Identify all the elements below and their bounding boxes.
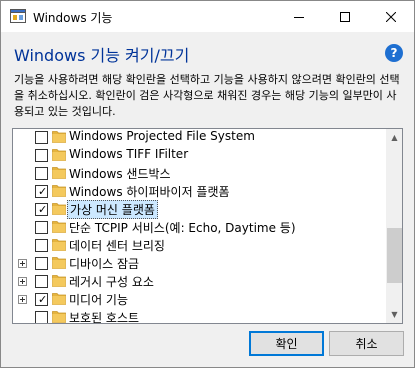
folder-icon <box>52 149 66 161</box>
feature-checkbox[interactable] <box>35 239 48 252</box>
feature-label: Windows 샌드박스 <box>69 167 171 181</box>
feature-checkbox[interactable]: ✓ <box>35 203 48 216</box>
feature-label: 단순 TCPIP 서비스(예: Echo, Daytime 등) <box>69 221 296 235</box>
folder-icon <box>52 239 66 251</box>
folder-icon <box>52 275 66 287</box>
checkmark-icon: ✓ <box>38 293 48 306</box>
folder-icon <box>52 167 66 179</box>
cancel-button[interactable]: 취소 <box>329 331 404 356</box>
feature-row[interactable]: Windows 샌드박스 <box>13 164 385 182</box>
folder-icon <box>52 311 66 323</box>
feature-label: Windows Projected File System <box>69 129 255 143</box>
expand-plus-icon[interactable] <box>18 277 27 286</box>
close-button[interactable] <box>368 1 414 32</box>
folder-icon <box>52 203 66 215</box>
feature-checkbox[interactable]: ✓ <box>35 185 48 198</box>
checkmark-icon: ✓ <box>38 203 48 216</box>
feature-checkbox[interactable] <box>35 149 48 162</box>
feature-row[interactable]: ✓ 미디어 기능 <box>13 290 385 308</box>
maximize-button[interactable] <box>322 1 368 32</box>
help-icon[interactable]: ? <box>385 44 403 62</box>
minimize-icon <box>294 16 304 18</box>
feature-row[interactable]: 단순 TCPIP 서비스(예: Echo, Daytime 등) <box>13 218 385 236</box>
feature-row[interactable]: 레거시 구성 요소 <box>13 272 385 290</box>
folder-icon <box>52 131 66 143</box>
folder-icon <box>52 293 66 305</box>
feature-label: 가상 머신 플랫폼 <box>67 200 158 219</box>
feature-row[interactable]: ✓ 가상 머신 플랫폼 <box>13 200 385 219</box>
feature-label: 데이터 센터 브리징 <box>69 239 165 253</box>
feature-checkbox[interactable] <box>35 311 48 323</box>
title-bar: Windows 기능 <box>1 1 414 32</box>
scroll-thumb[interactable] <box>387 228 402 283</box>
folder-icon <box>52 221 66 233</box>
feature-row[interactable]: 보호된 호스트 <box>13 308 385 324</box>
feature-label: Windows TIFF IFilter <box>69 147 189 161</box>
features-tree: Windows Projected File System Windows TIF… <box>12 128 403 324</box>
windows-features-app-icon <box>10 9 26 23</box>
scroll-up-icon[interactable]: ▲ <box>386 129 402 146</box>
windows-features-dialog: Windows 기능 Windows 기능 켜기/끄기 ? 기능을 사용하려면 … <box>0 0 415 368</box>
feature-label: Windows 하이퍼바이저 플랫폼 <box>69 185 230 199</box>
minimize-button[interactable] <box>276 1 322 32</box>
feature-label: 보호된 호스트 <box>69 311 140 324</box>
feature-row[interactable]: ✓ Windows 하이퍼바이저 플랫폼 <box>13 182 385 200</box>
feature-label: 디바이스 잠금 <box>69 257 140 271</box>
feature-checkbox[interactable] <box>35 257 48 270</box>
scroll-down-icon[interactable]: ▼ <box>386 306 402 323</box>
page-title: Windows 기능 켜기/끄기 <box>14 46 190 65</box>
feature-row[interactable]: 디바이스 잠금 <box>13 254 385 272</box>
checkmark-icon: ✓ <box>38 185 48 198</box>
folder-icon <box>52 257 66 269</box>
vertical-scrollbar[interactable]: ▲ ▼ <box>386 129 402 323</box>
feature-label: 미디어 기능 <box>69 293 129 307</box>
feature-checkbox[interactable] <box>35 167 48 180</box>
description-text: 기능을 사용하려면 해당 확인란을 선택하고 기능을 사용하지 않으려면 확인란… <box>14 73 400 118</box>
folder-icon <box>52 185 66 197</box>
expand-plus-icon[interactable] <box>18 259 27 268</box>
expand-plus-icon[interactable] <box>18 295 27 304</box>
feature-row[interactable]: 데이터 센터 브리징 <box>13 236 385 254</box>
close-icon <box>386 11 396 22</box>
feature-row[interactable]: Windows Projected File System <box>13 129 385 146</box>
feature-checkbox[interactable] <box>35 131 48 144</box>
maximize-icon <box>340 11 350 22</box>
feature-checkbox[interactable] <box>35 221 48 234</box>
ok-button[interactable]: 확인 <box>249 331 324 356</box>
window-title: Windows 기능 <box>33 11 113 25</box>
feature-checkbox[interactable] <box>35 275 48 288</box>
feature-row[interactable]: Windows TIFF IFilter <box>13 146 385 164</box>
feature-checkbox[interactable]: ✓ <box>35 293 48 306</box>
feature-label: 레거시 구성 요소 <box>69 275 154 289</box>
